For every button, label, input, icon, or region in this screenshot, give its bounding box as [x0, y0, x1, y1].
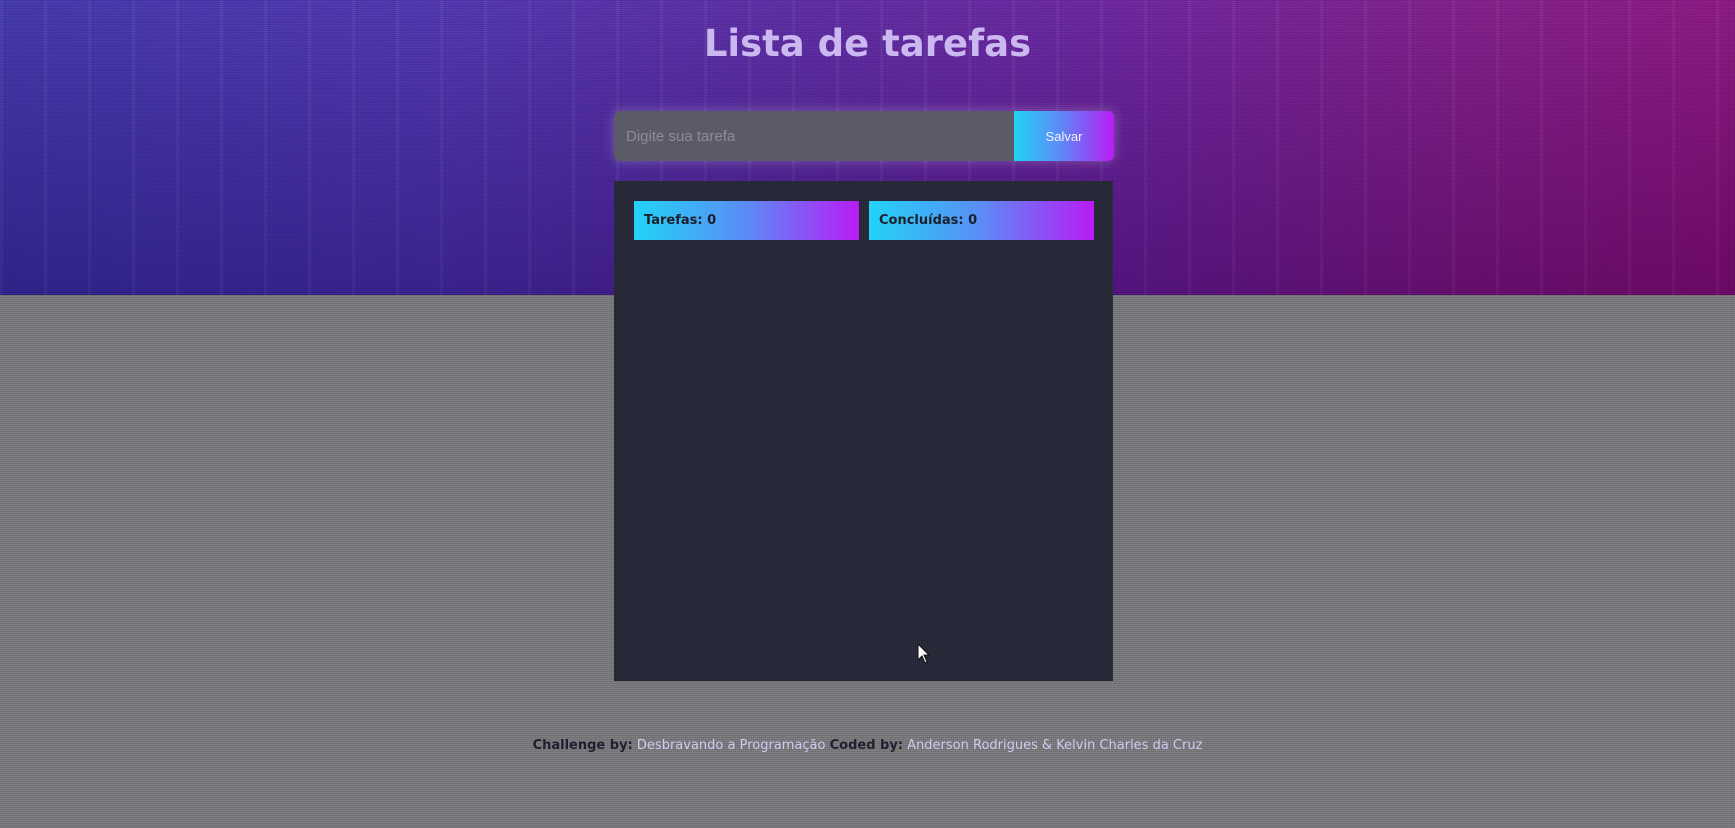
- save-button[interactable]: Salvar: [1014, 111, 1114, 161]
- task-input[interactable]: [614, 111, 1014, 161]
- footer-coded-label: Coded by:: [829, 738, 904, 753]
- tasks-counter: Tarefas: 0: [634, 201, 859, 240]
- done-counter-label: Concluídas:: [879, 213, 964, 228]
- page-title: Lista de tarefas: [703, 22, 1032, 65]
- footer-challenge-link[interactable]: Desbravando a Programação: [637, 738, 826, 753]
- footer: Challenge by: Desbravando a Programação …: [0, 738, 1735, 753]
- done-counter-value: 0: [968, 213, 978, 228]
- tasks-counter-label: Tarefas:: [644, 213, 703, 228]
- footer-coded-link[interactable]: Anderson Rodrigues & Kelvin Charles da C…: [907, 738, 1202, 753]
- mouse-pointer-icon: [917, 643, 931, 664]
- tasks-counter-value: 0: [707, 213, 717, 228]
- task-form: Salvar: [614, 111, 1114, 161]
- footer-challenge-label: Challenge by:: [532, 738, 633, 753]
- done-counter: Concluídas: 0: [869, 201, 1094, 240]
- task-panel: Tarefas: 0 Concluídas: 0: [614, 181, 1113, 681]
